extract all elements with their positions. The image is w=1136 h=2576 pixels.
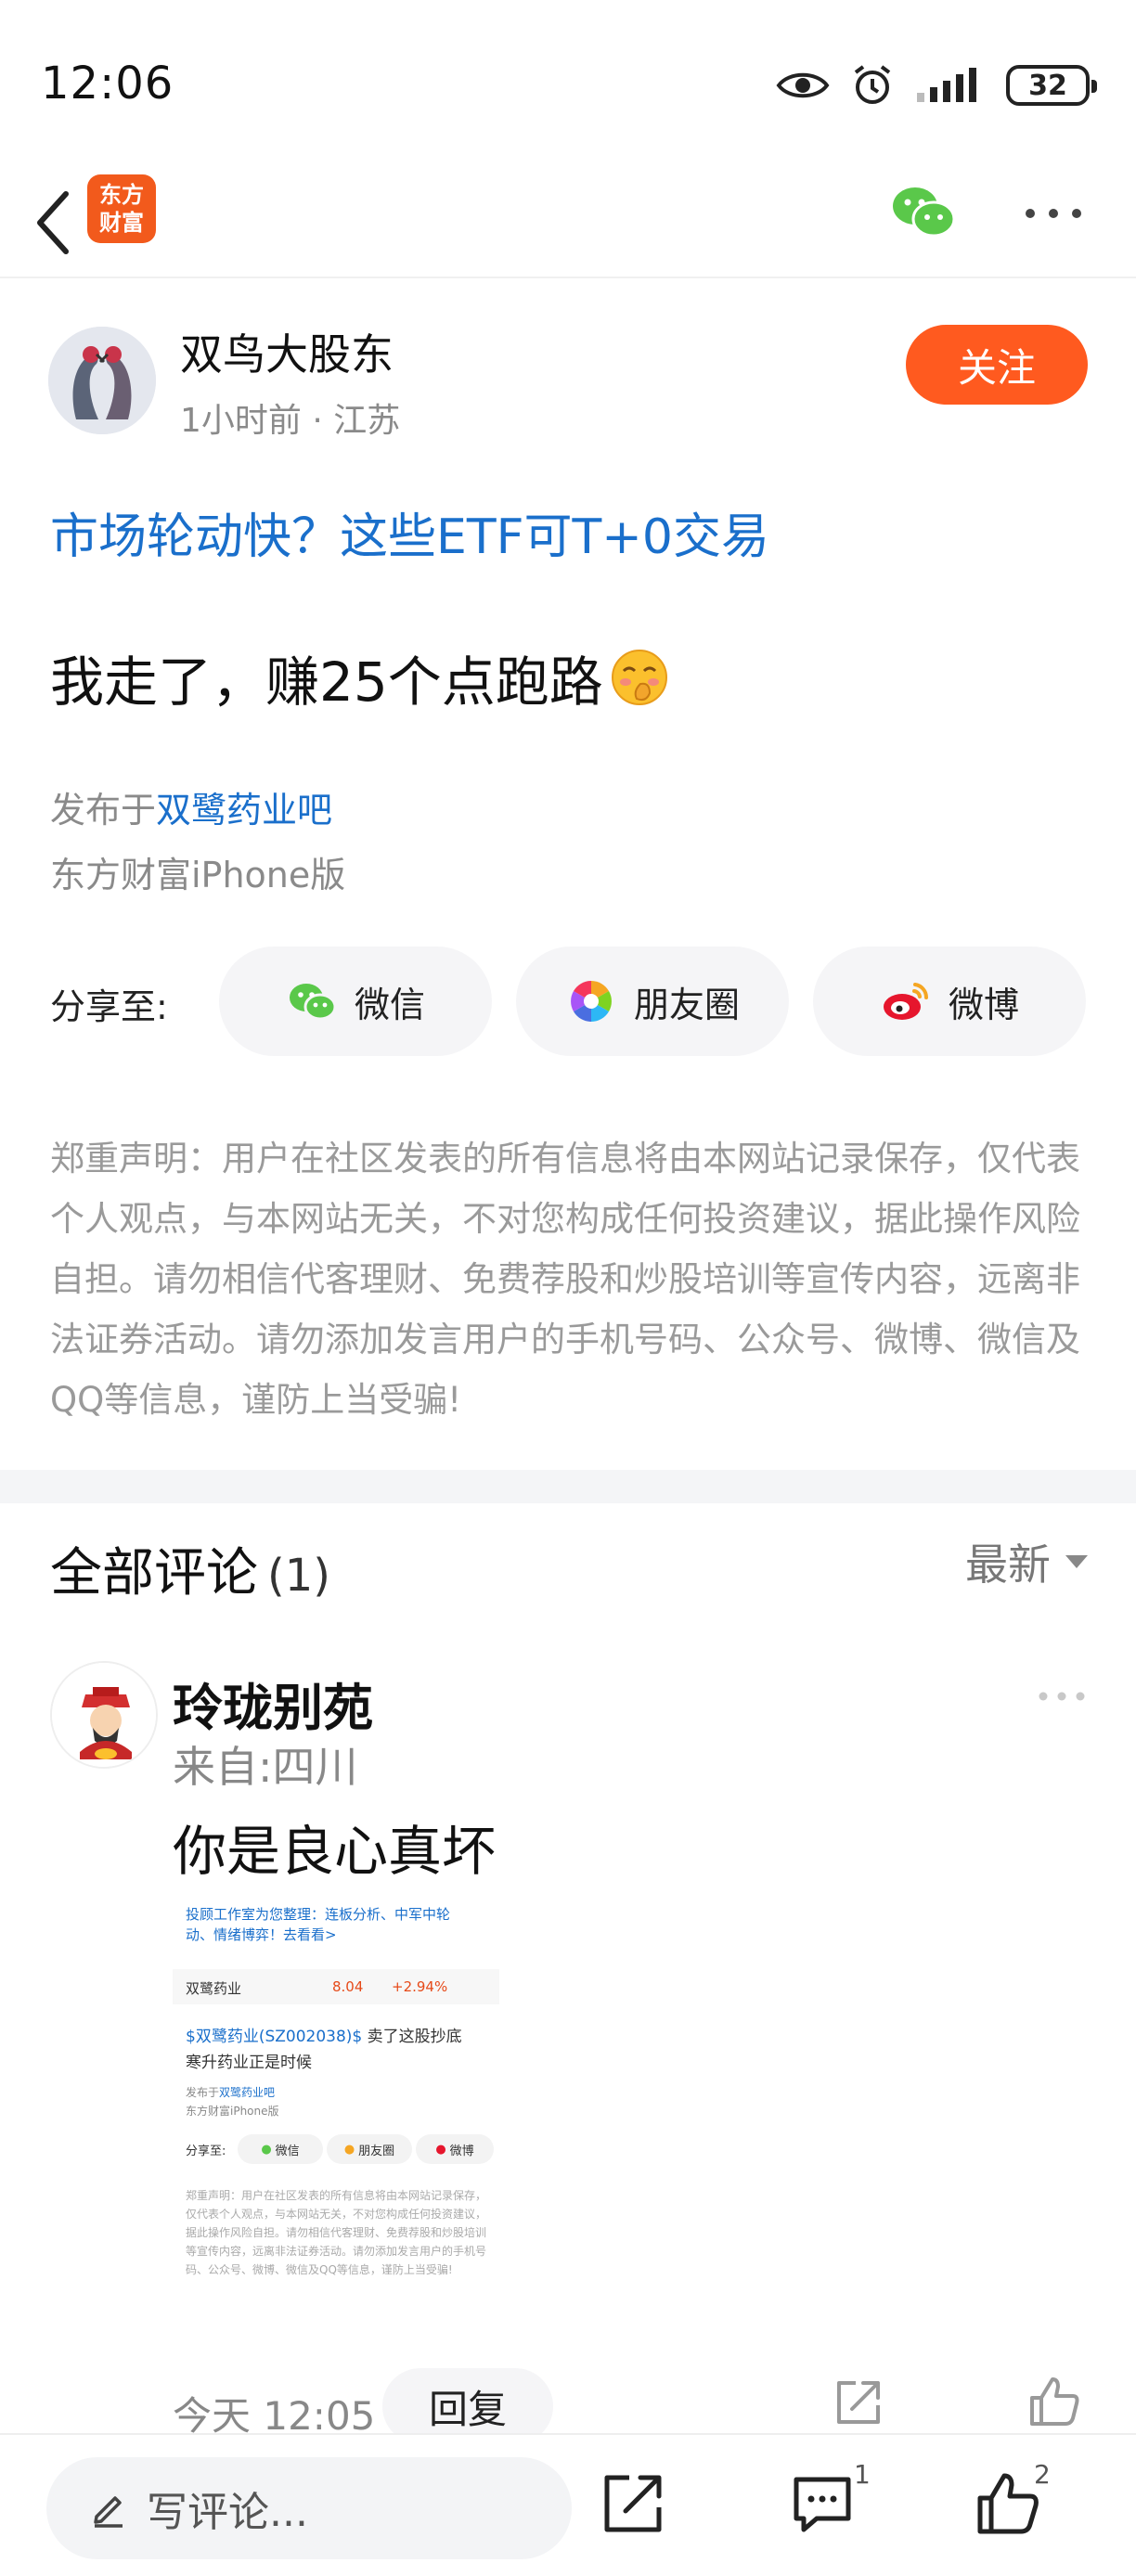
commenter-name[interactable]: 玲珑别苑 xyxy=(173,1667,373,1740)
share-icon[interactable] xyxy=(600,2470,666,2537)
ci-stock-change: +2.94% xyxy=(392,1978,448,1995)
share-weibo-label: 微博 xyxy=(948,984,1019,1025)
ci-share-moments: ● 朋友圈 xyxy=(327,2134,412,2164)
ci-weibo-icon: ● xyxy=(435,2142,446,2157)
more-options-icon[interactable] xyxy=(1021,195,1086,232)
ci-post-text2: 寒升药业正是时候 xyxy=(186,2054,312,2072)
comments-title: 全部评论 xyxy=(50,1543,258,1604)
wechat-icon xyxy=(289,984,337,1021)
app-logo-line1: 东方 xyxy=(99,182,144,208)
write-comment-input[interactable]: 写评论... xyxy=(46,2457,572,2559)
commenter-avatar[interactable] xyxy=(50,1661,158,1769)
comment-image[interactable]: 投顾工作室为您整理：连板分析、中军中轮 动、情绪博弈！去看看> 双鹭药业 8.0… xyxy=(173,1902,499,2301)
author-name[interactable]: 双鸟大股东 xyxy=(180,321,394,382)
fortune-god-avatar-icon xyxy=(52,1663,156,1767)
commenter-location: 来自:四川 xyxy=(173,1742,358,1792)
pencil-icon xyxy=(94,2496,123,2528)
comment-input-placeholder: 写评论... xyxy=(147,2489,308,2536)
share-wechat-label: 微信 xyxy=(354,984,425,1025)
follow-button[interactable]: 关注 xyxy=(906,325,1088,405)
like-icon[interactable] xyxy=(975,2470,1041,2537)
moments-icon xyxy=(571,981,612,1022)
author-meta: 1小时前 · 江苏 xyxy=(180,402,401,440)
share-moments-button[interactable]: 朋友圈 xyxy=(516,947,789,1056)
ci-promo-line1: 投顾工作室为您整理：连板分析、中军中轮 xyxy=(186,1906,451,1923)
promo-link-title[interactable]: 市场轮动快？这些ETF可T+0交易 xyxy=(50,497,769,567)
ci-post-stock: $双鹭药业(SZ002038)$ xyxy=(186,2028,363,2046)
share-moments-label: 朋友圈 xyxy=(633,984,740,1025)
ci-promo-line2: 动、情绪博弈！去看看> xyxy=(186,1926,337,1943)
comments-header: 全部评论 (1) xyxy=(50,1531,330,1606)
post-body: 我走了，赚25个点跑路 xyxy=(50,638,670,716)
comment-count-badge: 1 xyxy=(854,2459,871,2490)
like-count-badge: 2 xyxy=(1034,2459,1051,2490)
signal-icon xyxy=(917,68,976,102)
ci-share-wechat: ● 微信 xyxy=(238,2134,323,2164)
ci-published: 发布于双鹭药业吧 xyxy=(186,2084,275,2100)
app-logo[interactable]: 东方 财富 xyxy=(87,174,156,243)
eye-icon xyxy=(776,72,830,98)
status-icons: 32 xyxy=(776,59,1097,111)
ci-share-wechat-label: 微信 xyxy=(275,2144,300,2158)
published-prefix: 发布于 xyxy=(50,790,157,831)
ci-wechat-icon: ● xyxy=(261,2142,272,2157)
weibo-icon xyxy=(883,983,928,1020)
comment-icon[interactable] xyxy=(789,2470,856,2537)
ci-post-line1: $双鹭药业(SZ002038)$ 卖了这股抄底 xyxy=(186,2023,462,2046)
author-avatar[interactable] xyxy=(48,327,156,434)
comment-share-icon[interactable] xyxy=(832,2376,885,2429)
comment-text: 你是良心真坏 xyxy=(173,1820,497,1883)
post-body-text: 我走了，赚25个点跑路 xyxy=(50,650,603,714)
giggle-emoji-icon xyxy=(611,650,667,705)
ci-pub-prefix: 发布于 xyxy=(186,2086,220,2099)
ci-stock-name: 双鹭药业 xyxy=(186,1980,242,1997)
app-logo-line2: 财富 xyxy=(99,210,144,236)
ci-share-label: 分享至: xyxy=(186,2145,226,2158)
ci-disclaimer: 郑重声明：用户在社区发表的所有信息将由本网站记录保存，仅代表个人观点，与本网站无… xyxy=(186,2189,487,2276)
ci-share-weibo: ● 微博 xyxy=(416,2134,494,2164)
ci-post-text1: 卖了这股抄底 xyxy=(367,2028,462,2046)
ci-pub-forum: 双鹭药业吧 xyxy=(219,2086,276,2099)
ci-client: 东方财富iPhone版 xyxy=(186,2105,279,2118)
alarm-icon xyxy=(854,65,891,104)
section-divider xyxy=(0,1470,1136,1503)
sort-label: 最新 xyxy=(965,1539,1051,1590)
caret-down-icon xyxy=(1065,1555,1088,1568)
battery-indicator: 32 xyxy=(1006,65,1097,106)
ci-stock-price: 8.04 xyxy=(332,1978,364,1995)
share-wechat-button[interactable]: 微信 xyxy=(219,947,492,1056)
client-version: 东方财富iPhone版 xyxy=(50,855,346,895)
status-bar: 12:06 32 xyxy=(0,0,1136,167)
share-label: 分享至: xyxy=(50,986,168,1027)
legal-disclaimer: 郑重声明：用户在社区发表的所有信息将由本网站记录保存，仅代表个人观点，与本网站无… xyxy=(50,1139,1080,1420)
ci-moments-icon: ● xyxy=(343,2142,355,2157)
published-in: 发布于双鹭药业吧 xyxy=(50,781,332,832)
comment-more-icon[interactable] xyxy=(1036,1687,1088,1706)
ci-share-moments-label: 朋友圈 xyxy=(358,2144,395,2158)
forum-link[interactable]: 双鹭药业吧 xyxy=(156,790,332,831)
status-time: 12:06 xyxy=(41,58,174,109)
ci-share-weibo-label: 微博 xyxy=(449,2144,474,2158)
share-weibo-button[interactable]: 微博 xyxy=(813,947,1086,1056)
wechat-share-icon[interactable] xyxy=(889,178,958,247)
chevron-left-icon xyxy=(37,191,69,254)
back-button[interactable] xyxy=(20,176,85,269)
battery-level: 32 xyxy=(1028,69,1067,102)
comment-like-icon[interactable] xyxy=(1026,2374,1082,2429)
comments-count: (1) xyxy=(267,1550,330,1602)
bird-avatar-icon xyxy=(48,327,156,434)
bottom-action-bar: 写评论... 1 2 xyxy=(0,2433,1136,2576)
top-nav-bar: 东方 财富 xyxy=(0,167,1136,278)
sort-dropdown[interactable]: 最新 xyxy=(965,1531,1088,1592)
